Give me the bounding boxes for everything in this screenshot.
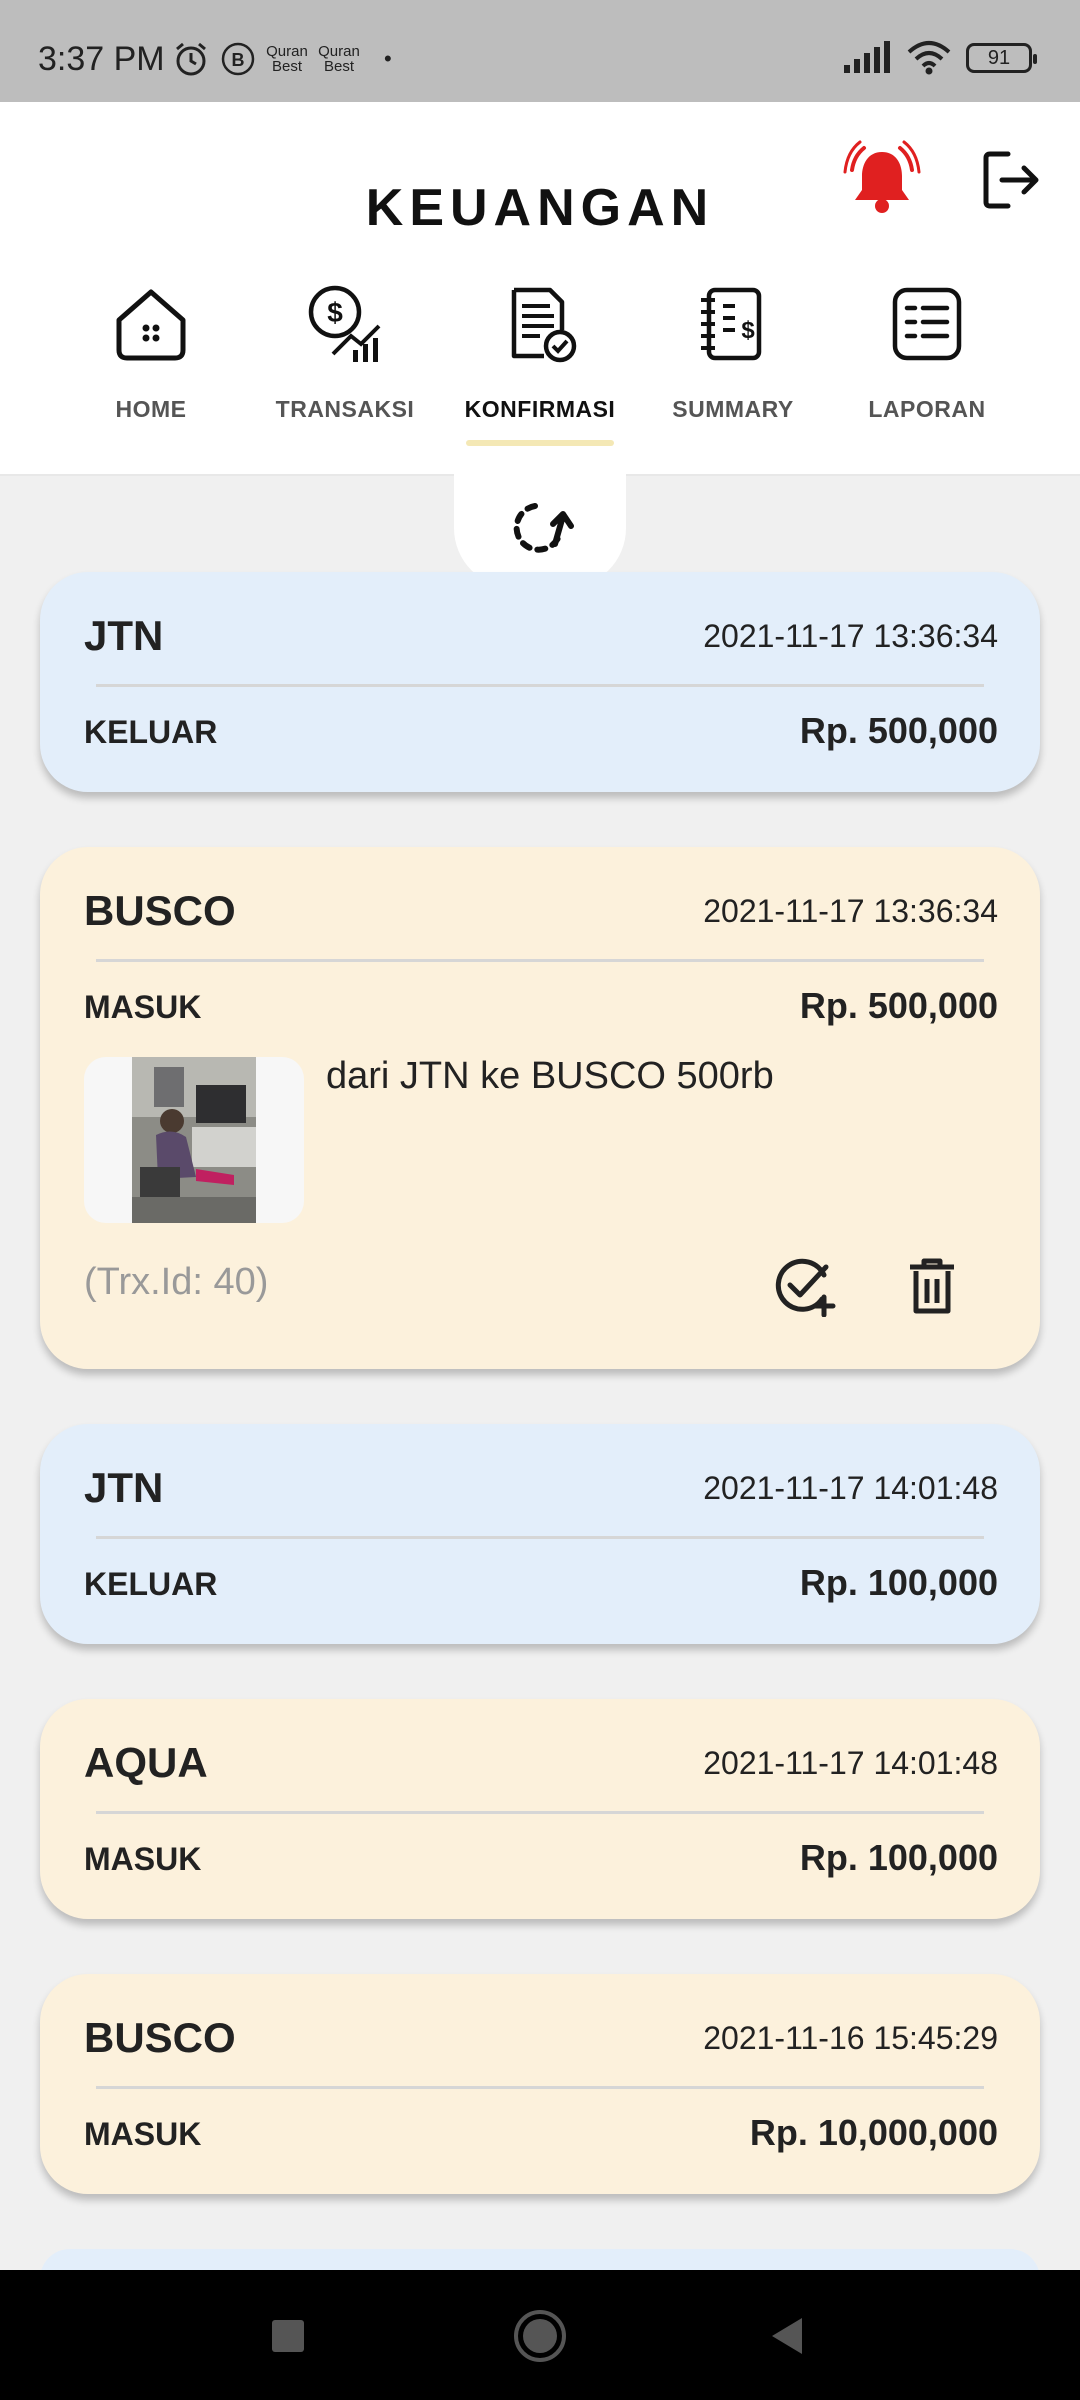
- status-bar: 3:37 PM B Quran Best Quran Best • 91: [0, 0, 1080, 102]
- card-divider: [96, 959, 984, 962]
- quran-best-badge-2: Quran Best: [318, 43, 360, 75]
- card-divider: [96, 1536, 984, 1539]
- refresh-icon: [513, 503, 574, 553]
- card-amount: Rp. 100,000: [799, 1837, 998, 1878]
- summary-icon: $: [701, 287, 762, 361]
- card-type: KELUAR: [84, 1566, 218, 1602]
- card-account-name: AQUA: [84, 1739, 208, 1786]
- status-left-icons: B Quran Best Quran Best •: [172, 40, 392, 78]
- nav-item-summary[interactable]: $ SUMMARY: [643, 282, 823, 423]
- confirm-document-icon: [511, 287, 577, 363]
- delete-icon[interactable]: [900, 1253, 964, 1317]
- report-icon: [892, 287, 962, 361]
- app-header: KEUANGAN HOME $ TRANSAKSI KONFIRMASI $ S…: [0, 102, 1080, 476]
- card-divider: [96, 1811, 984, 1814]
- quran-best-badge: Quran Best: [266, 43, 308, 75]
- card-amount: Rp. 10,000,000: [749, 2112, 998, 2153]
- card-amount: Rp. 500,000: [799, 710, 998, 751]
- card-datetime: 2021-11-16 15:45:29: [703, 2020, 998, 2056]
- alarm-icon: [176, 42, 206, 76]
- card-amount: Rp. 500,000: [799, 985, 998, 1026]
- nav-item-konfirmasi[interactable]: KONFIRMASI: [450, 282, 630, 423]
- nav-label-laporan: LAPORAN: [868, 396, 986, 422]
- card-type: MASUK: [84, 1841, 202, 1877]
- b-badge-icon: B: [221, 42, 255, 76]
- nav-label-transaksi: TRANSAKSI: [275, 396, 415, 422]
- recent-apps-button[interactable]: [258, 2306, 318, 2366]
- home-icon: [116, 289, 186, 361]
- confirm-check-add-icon[interactable]: [772, 1253, 836, 1317]
- battery-level: 91: [987, 46, 1011, 69]
- signal-icon: [844, 41, 890, 73]
- receipt-photo: [132, 1057, 256, 1223]
- nav-item-laporan[interactable]: LAPORAN: [837, 282, 1017, 423]
- battery-indicator: 91: [966, 43, 1037, 73]
- card-datetime: 2021-11-17 13:36:34: [703, 618, 998, 654]
- transaction-card[interactable]: BUSCO 2021-11-16 15:45:29 MASUK Rp. 10,0…: [40, 1974, 1040, 2194]
- receipt-photo-thumbnail[interactable]: [84, 1057, 304, 1223]
- logout-icon[interactable]: [980, 148, 1044, 212]
- nav-label-summary: SUMMARY: [672, 396, 794, 422]
- home-button[interactable]: [510, 2306, 570, 2366]
- nav-item-home[interactable]: HOME: [61, 282, 241, 423]
- transaction-card-expanded[interactable]: BUSCO 2021-11-17 13:36:34 MASUK Rp. 500,…: [40, 847, 1040, 1369]
- nav-label-home: HOME: [115, 396, 187, 422]
- system-nav-bar: [0, 2270, 1080, 2400]
- transaction-card[interactable]: JTN 2021-11-17 14:01:48 KELUAR Rp. 100,0…: [40, 1424, 1040, 1644]
- card-amount: Rp. 100,000: [799, 1562, 998, 1603]
- notification-bell-icon[interactable]: [842, 140, 922, 220]
- card-account-name: JTN: [84, 1464, 164, 1511]
- svg-text:$: $: [327, 297, 343, 328]
- card-transaction-id: (Trx.Id: 40): [84, 1261, 269, 1303]
- card-divider: [96, 684, 984, 687]
- card-datetime: 2021-11-17 14:01:48: [703, 1745, 998, 1781]
- transaction-card[interactable]: AQUA 2021-11-17 14:01:48 MASUK Rp. 100,0…: [40, 1699, 1040, 1919]
- nav-item-transaksi[interactable]: $ TRANSAKSI: [255, 282, 435, 423]
- card-type: MASUK: [84, 2116, 202, 2152]
- card-divider: [96, 2086, 984, 2089]
- back-button[interactable]: [758, 2306, 818, 2366]
- card-account-name: BUSCO: [84, 887, 236, 934]
- card-type: KELUAR: [84, 714, 218, 750]
- card-note: dari JTN ke BUSCO 500rb: [326, 1055, 774, 1097]
- card-account-name: JTN: [84, 612, 164, 659]
- transaction-icon: $: [308, 285, 381, 362]
- transaction-card[interactable]: JTN 2021-11-17 13:36:34 KELUAR Rp. 500,0…: [40, 572, 1040, 792]
- svg-text:$: $: [741, 317, 755, 344]
- notification-dot: •: [384, 46, 392, 71]
- active-tab-indicator: [466, 440, 614, 446]
- nav-label-konfirmasi: KONFIRMASI: [464, 396, 616, 422]
- card-datetime: 2021-11-17 13:36:34: [703, 893, 998, 929]
- main-nav: HOME $ TRANSAKSI KONFIRMASI $ SUMMARY LA…: [0, 282, 1080, 452]
- svg-text:B: B: [232, 50, 245, 70]
- card-type: MASUK: [84, 989, 202, 1025]
- card-datetime: 2021-11-17 14:01:48: [703, 1470, 998, 1506]
- wifi-icon: [907, 41, 951, 75]
- card-account-name: BUSCO: [84, 2014, 236, 2061]
- status-time: 3:37 PM: [38, 40, 165, 78]
- status-right-icons: 91: [842, 40, 1037, 76]
- refresh-button[interactable]: [454, 470, 626, 588]
